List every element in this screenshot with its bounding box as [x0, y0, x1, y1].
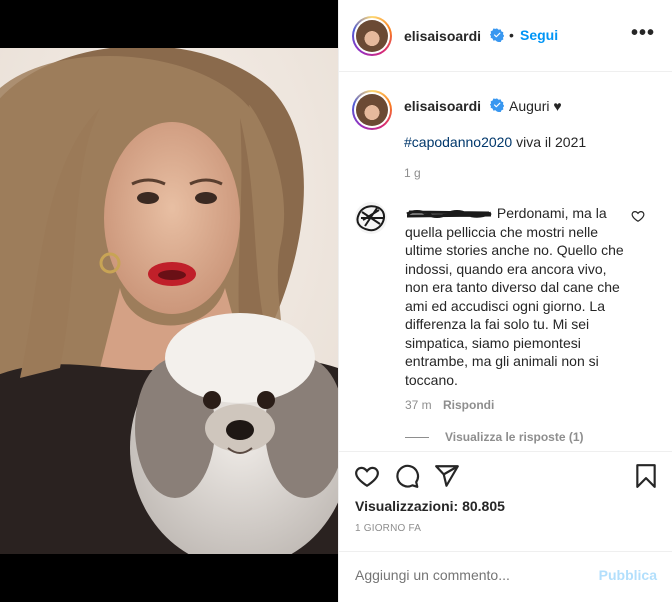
verified-badge-icon	[490, 28, 504, 42]
more-options-icon[interactable]: •••	[631, 23, 655, 43]
heart-icon[interactable]	[354, 463, 380, 489]
author-username[interactable]: elisaisoardi	[404, 28, 481, 44]
post-media[interactable]	[0, 0, 338, 602]
post-header: elisaisoardi • Segui •••	[339, 0, 672, 72]
view-replies-label: Visualizza le risposte (1)	[445, 430, 584, 444]
caption-text: Auguri ♥	[509, 98, 562, 114]
separator-dot: •	[509, 27, 514, 43]
replies-divider	[405, 437, 429, 439]
avatar[interactable]	[352, 16, 392, 56]
reply-button[interactable]: Rispondi	[443, 398, 494, 412]
comment-text: Perdonami, ma la quella pelliccia che mo…	[405, 205, 624, 388]
photo-illustration	[0, 48, 338, 554]
post-photo[interactable]	[0, 48, 338, 554]
caption-line-2: #capodanno2020 viva il 2021	[404, 134, 586, 150]
post-panel: elisaisoardi • Segui ••• elisaisoardi Au…	[338, 0, 672, 602]
bookmark-icon[interactable]	[633, 463, 659, 489]
caption-avatar[interactable]	[352, 90, 392, 130]
comment-body: Perdonami, ma la quella pelliccia che mo…	[405, 204, 625, 389]
view-replies-button[interactable]: Visualizza le risposte (1)	[405, 430, 584, 444]
hashtag-link[interactable]: #capodanno2020	[404, 134, 512, 150]
publish-button[interactable]: Pubblica	[599, 567, 657, 583]
redacted-username[interactable]	[405, 209, 493, 219]
comment-composer: Pubblica	[339, 551, 672, 602]
caption-rest: viva il 2021	[512, 134, 587, 150]
views-count[interactable]: Visualizzazioni: 80.805	[355, 498, 505, 514]
caption-age[interactable]: 1 g	[404, 166, 421, 180]
comment-like-heart-icon[interactable]	[631, 209, 645, 223]
post-date[interactable]: 1 GIORNO FA	[355, 523, 421, 534]
comment-age[interactable]: 37 m	[405, 398, 432, 412]
verified-badge-icon	[490, 98, 504, 112]
post-actions: Visualizzazioni: 80.805 1 GIORNO FA	[339, 451, 672, 551]
comment-icon[interactable]	[394, 463, 420, 489]
caption-username[interactable]: elisaisoardi	[404, 98, 481, 114]
comment-input[interactable]	[355, 567, 575, 583]
follow-button[interactable]: Segui	[520, 27, 558, 43]
share-icon[interactable]	[434, 463, 460, 489]
commenter-avatar[interactable]	[353, 200, 389, 236]
